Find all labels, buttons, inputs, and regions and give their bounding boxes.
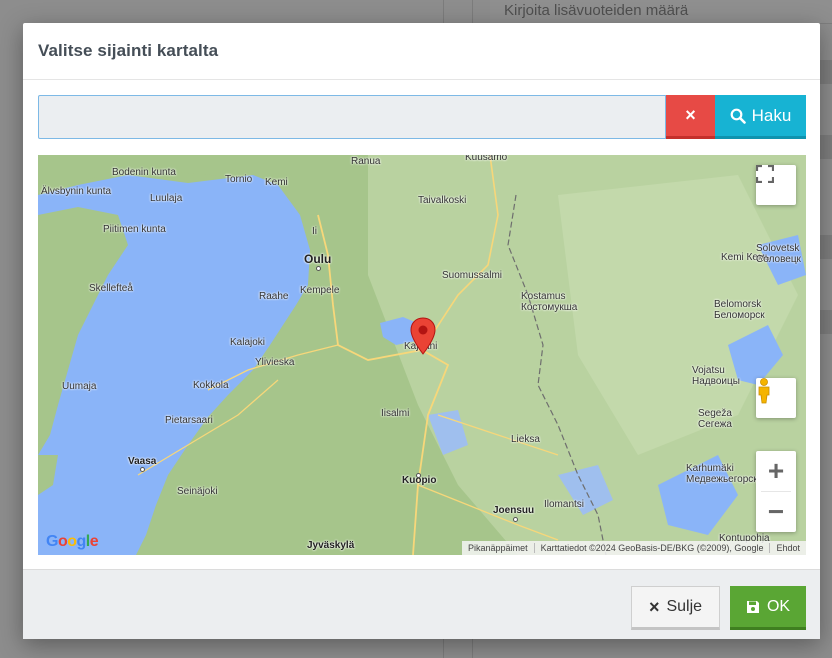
minus-icon: − bbox=[767, 496, 785, 527]
keyboard-shortcuts-link[interactable]: Pikanäppäimet bbox=[462, 543, 534, 553]
map-label-tornio: Tornio bbox=[225, 174, 253, 185]
map-label-suomussalmi: Suomussalmi bbox=[442, 270, 503, 281]
close-icon: × bbox=[685, 105, 696, 125]
map-attribution: Pikanäppäimet Karttatiedot ©2024 GeoBasi… bbox=[462, 541, 806, 555]
map-label-iisalmi: Iisalmi bbox=[381, 408, 410, 419]
map-label-ylivieska: Ylivieska bbox=[255, 357, 295, 368]
map-label-solovetsk: Solovetsk Соловецк bbox=[756, 243, 801, 265]
clear-search-button[interactable]: × bbox=[666, 95, 715, 139]
map-marker-icon[interactable] bbox=[410, 317, 436, 355]
search-button[interactable]: Haku bbox=[715, 95, 806, 139]
map-label-taivalkoski: Taivalkoski bbox=[418, 195, 467, 206]
save-icon bbox=[746, 600, 759, 613]
map-data-attribution: Karttatiedot ©2024 GeoBasis-DE/BKG (©200… bbox=[533, 543, 770, 553]
map-label-alvsbyn: Älvsbynin kunta bbox=[41, 186, 112, 197]
zoom-control: + − bbox=[756, 451, 796, 532]
location-search-input[interactable] bbox=[38, 95, 666, 139]
search-bar: × Haku bbox=[38, 95, 806, 139]
ok-button-label: OK bbox=[766, 597, 791, 615]
map-label-uumaja: Uumaja bbox=[62, 381, 97, 392]
modal-footer: × Sulje OK bbox=[23, 569, 820, 639]
map-label-jyvaskyla: Jyväskylä bbox=[307, 540, 355, 551]
map-label-kuusamo: Kuusamo bbox=[465, 155, 508, 163]
map-city-dot bbox=[416, 473, 421, 478]
zoom-out-button[interactable]: − bbox=[756, 492, 796, 532]
map-label-ranua: Ranua bbox=[351, 156, 381, 167]
map-label-boden: Bodenin kunta bbox=[112, 167, 176, 178]
map-label-luulaja: Luulaja bbox=[150, 193, 183, 204]
map-label-kostamus: Kostamus Костомукша bbox=[521, 291, 578, 313]
map-city-dot bbox=[513, 517, 518, 522]
street-view-button[interactable] bbox=[756, 378, 796, 418]
terms-link[interactable]: Ehdot bbox=[769, 543, 806, 553]
map-label-kemi: Kemi bbox=[265, 177, 288, 188]
map-label-lieksa: Lieksa bbox=[511, 434, 540, 445]
location-picker-modal: Valitse sijainti kartalta × Haku Ranua K… bbox=[23, 23, 820, 639]
plus-icon: + bbox=[767, 455, 785, 486]
map-city-dot bbox=[316, 266, 321, 271]
zoom-in-button[interactable]: + bbox=[756, 451, 796, 491]
ok-button[interactable]: OK bbox=[730, 586, 806, 630]
map-label-kokkola: Kokkola bbox=[193, 380, 229, 391]
map-terrain bbox=[38, 155, 806, 555]
google-logo[interactable]: Google bbox=[46, 533, 99, 551]
close-icon: × bbox=[648, 596, 660, 617]
map-label-seinajoki: Seinäjoki bbox=[177, 486, 218, 497]
map-label-vaasa: Vaasa bbox=[128, 456, 157, 467]
fullscreen-button[interactable] bbox=[756, 165, 796, 205]
map-label-oulu: Oulu bbox=[304, 252, 332, 266]
map-label-kempele: Kempele bbox=[300, 285, 340, 296]
map-label-skelleftea: Skellefteå bbox=[89, 283, 133, 294]
search-icon bbox=[730, 108, 746, 124]
map-label-raahe: Raahe bbox=[259, 291, 289, 302]
map-label-joensuu: Joensuu bbox=[493, 505, 535, 516]
fullscreen-icon bbox=[756, 165, 774, 183]
map-label-pietarsaari: Pietarsaari bbox=[165, 415, 213, 426]
modal-header: Valitse sijainti kartalta bbox=[23, 23, 820, 80]
search-button-label: Haku bbox=[751, 105, 792, 125]
street-view-pegman-icon bbox=[758, 378, 770, 404]
close-button-label: Sulje bbox=[666, 598, 703, 615]
map-label-belomorsk: Belomorsk Беломорск bbox=[714, 299, 765, 321]
map-label-kalajoki: Kalajoki bbox=[230, 337, 266, 348]
map-canvas[interactable]: Ranua Kuusamo Bodenin kunta Tornio Kemi … bbox=[38, 155, 806, 555]
map-label-ii: Ii bbox=[312, 226, 317, 237]
modal-title: Valitse sijainti kartalta bbox=[38, 41, 219, 60]
map-city-dot bbox=[140, 467, 145, 472]
map-label-piitime: Piitimen kunta bbox=[103, 224, 166, 235]
close-button[interactable]: × Sulje bbox=[631, 586, 720, 630]
map-label-ilomantsi: Ilomantsi bbox=[544, 499, 585, 510]
